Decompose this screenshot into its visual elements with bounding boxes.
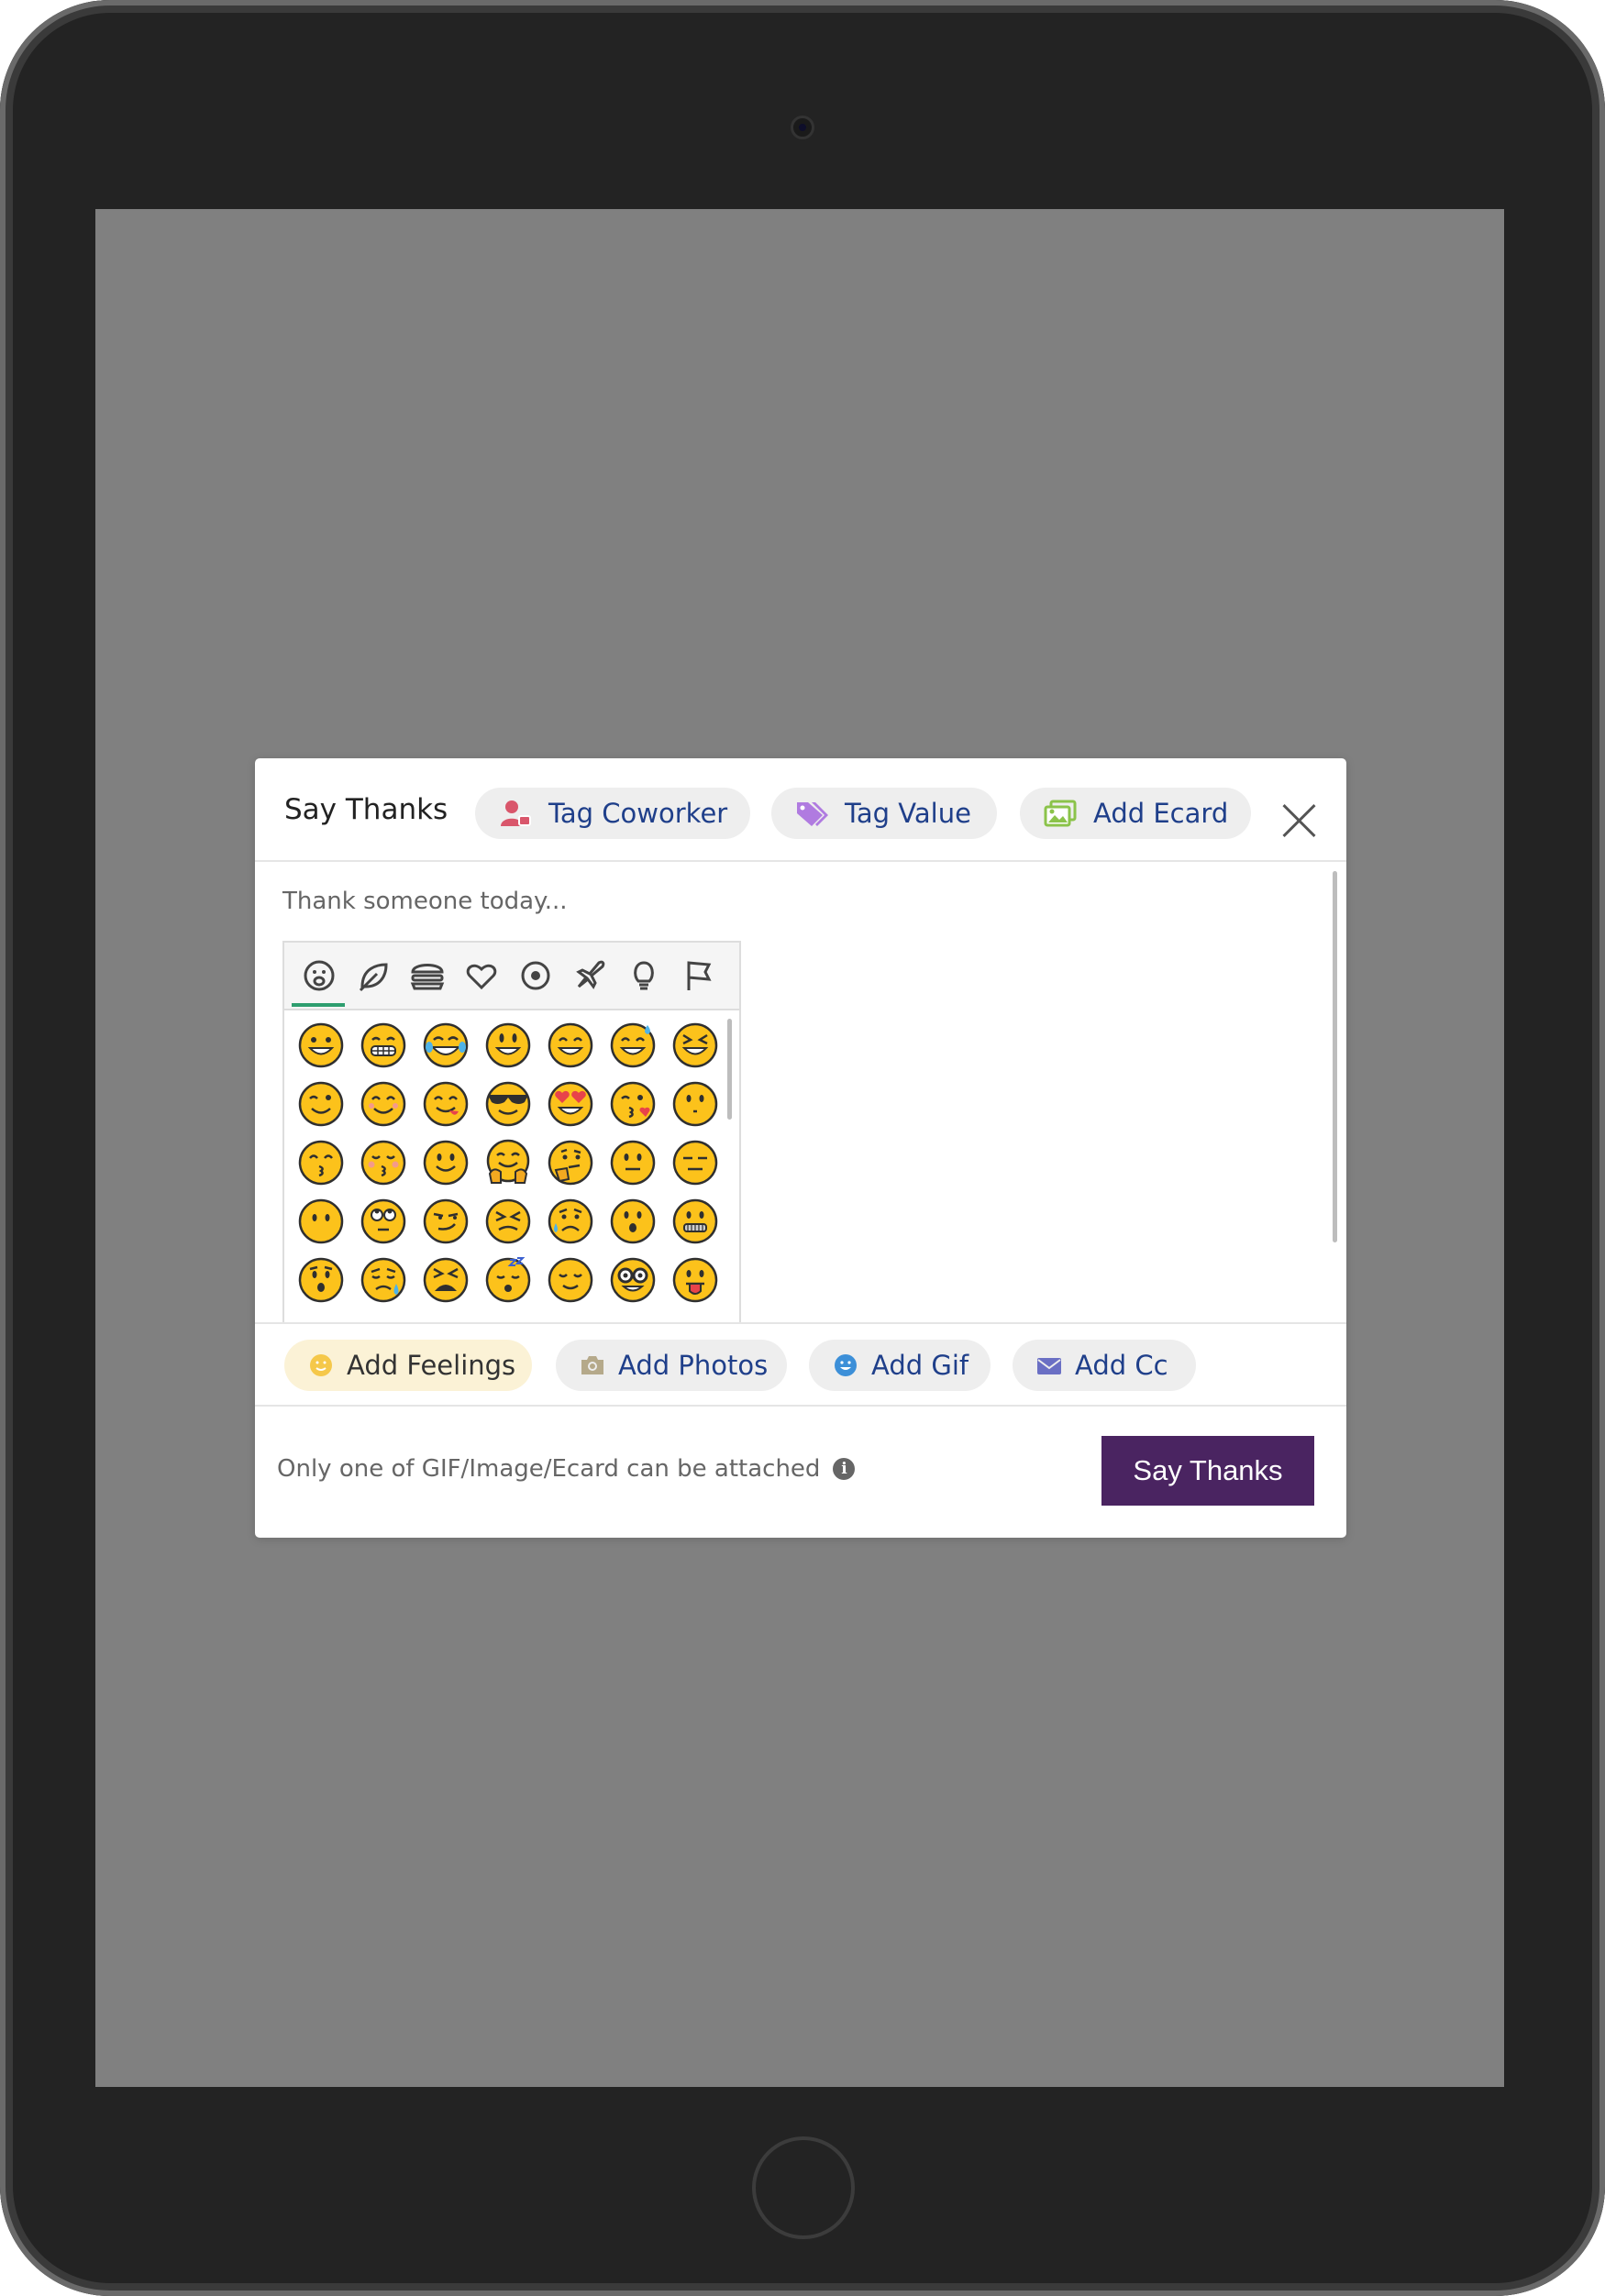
emoji-zipper-mouth-icon[interactable] bbox=[664, 1190, 726, 1253]
emoji-smile-icon[interactable] bbox=[539, 1014, 602, 1076]
attachment-note: Only one of GIF/Image/Ecard can be attac… bbox=[277, 1455, 856, 1483]
gif-smiley-icon bbox=[833, 1352, 858, 1378]
category-nature-icon[interactable] bbox=[353, 955, 393, 996]
emoji-grinning-icon[interactable] bbox=[290, 1014, 352, 1076]
emoji-hushed-icon[interactable] bbox=[290, 1249, 352, 1311]
home-button[interactable] bbox=[752, 2136, 855, 2239]
add-photos-label: Add Photos bbox=[618, 1350, 769, 1381]
attachment-toolbar: Add Feelings Add Photos Add Gif Add Cc bbox=[255, 1322, 1346, 1407]
category-travel-icon[interactable] bbox=[570, 955, 610, 996]
emoji-kissing-closed-eyes-icon[interactable] bbox=[352, 1131, 415, 1194]
emoji-slight-smile-icon[interactable] bbox=[664, 1073, 726, 1135]
emoji-sunglasses-icon[interactable] bbox=[477, 1073, 539, 1135]
message-placeholder: Thank someone today... bbox=[282, 888, 568, 915]
emoji-neutral-icon[interactable] bbox=[602, 1131, 664, 1194]
envelope-icon bbox=[1036, 1352, 1062, 1378]
add-feelings-label: Add Feelings bbox=[347, 1350, 516, 1381]
emoji-joy-icon[interactable] bbox=[415, 1014, 477, 1076]
add-ecard-label: Add Ecard bbox=[1093, 798, 1229, 829]
camera-icon bbox=[791, 116, 814, 139]
emoji-simple-smile-icon[interactable] bbox=[415, 1131, 477, 1194]
add-ecard-button[interactable]: Add Ecard bbox=[1020, 788, 1251, 839]
add-feelings-button[interactable]: Add Feelings bbox=[284, 1340, 532, 1391]
active-category-indicator bbox=[292, 1003, 345, 1007]
modal-footer: Only one of GIF/Image/Ecard can be attac… bbox=[255, 1407, 1346, 1538]
tag-value-label: Tag Value bbox=[845, 798, 971, 829]
say-thanks-submit-button[interactable]: Say Thanks bbox=[1101, 1436, 1314, 1506]
emoji-kissing-smiling-eyes-icon[interactable] bbox=[290, 1131, 352, 1194]
emoji-smirk-icon[interactable] bbox=[415, 1190, 477, 1253]
add-gif-button[interactable]: Add Gif bbox=[809, 1340, 991, 1391]
emoji-open-mouth-icon[interactable] bbox=[602, 1190, 664, 1253]
emoji-sleepy-icon[interactable] bbox=[352, 1249, 415, 1311]
emoji-no-mouth-icon[interactable] bbox=[290, 1190, 352, 1253]
emoji-thinking-icon[interactable] bbox=[539, 1131, 602, 1194]
tag-coworker-label: Tag Coworker bbox=[548, 798, 728, 829]
tag-coworker-button[interactable]: Tag Coworker bbox=[475, 788, 750, 839]
tag-value-button[interactable]: Tag Value bbox=[771, 788, 997, 839]
emoji-eye-roll-icon[interactable] bbox=[352, 1190, 415, 1253]
category-smileys-icon[interactable] bbox=[299, 955, 339, 996]
camera-icon bbox=[580, 1352, 605, 1378]
emoji-sleeping-icon[interactable] bbox=[477, 1249, 539, 1311]
emoji-kiss-heart-icon[interactable] bbox=[602, 1073, 664, 1135]
emoji-beaming-icon[interactable] bbox=[352, 1014, 415, 1076]
emoji-category-bar bbox=[284, 943, 739, 1010]
emoji-hugging-icon[interactable] bbox=[477, 1131, 539, 1194]
category-food-icon[interactable] bbox=[407, 955, 448, 996]
add-gif-label: Add Gif bbox=[871, 1350, 969, 1381]
emoji-persevere-icon[interactable] bbox=[477, 1190, 539, 1253]
tags-icon bbox=[795, 799, 828, 828]
category-heart-icon[interactable] bbox=[461, 955, 502, 996]
emoji-tongue-icon[interactable] bbox=[664, 1249, 726, 1311]
modal-title: Say Thanks bbox=[284, 793, 448, 826]
add-photos-button[interactable]: Add Photos bbox=[556, 1340, 787, 1391]
emoji-wink-icon[interactable] bbox=[290, 1073, 352, 1135]
message-scrollbar[interactable] bbox=[1333, 871, 1337, 1242]
category-objects-icon[interactable] bbox=[624, 955, 664, 996]
smiley-icon bbox=[308, 1352, 334, 1378]
emoji-picker bbox=[282, 941, 741, 1335]
category-activity-icon[interactable] bbox=[515, 955, 556, 996]
user-tag-icon bbox=[499, 799, 532, 828]
emoji-tired-icon[interactable] bbox=[415, 1249, 477, 1311]
emoji-relieved-icon[interactable] bbox=[539, 1249, 602, 1311]
emoji-heart-eyes-icon[interactable] bbox=[539, 1073, 602, 1135]
add-cc-label: Add Cc bbox=[1075, 1350, 1168, 1381]
images-icon bbox=[1044, 799, 1077, 828]
emoji-expressionless-icon[interactable] bbox=[664, 1131, 726, 1194]
close-icon[interactable] bbox=[1281, 802, 1318, 839]
category-flags-icon[interactable] bbox=[678, 955, 718, 996]
emoji-sad-relieved-icon[interactable] bbox=[539, 1190, 602, 1253]
info-icon[interactable]: i bbox=[833, 1458, 856, 1480]
modal-header: Say Thanks Tag Coworker Tag Value Add Ec… bbox=[255, 758, 1346, 862]
emoji-laughing-icon[interactable] bbox=[664, 1014, 726, 1076]
emoji-smiley-icon[interactable] bbox=[477, 1014, 539, 1076]
attachment-note-text: Only one of GIF/Image/Ecard can be attac… bbox=[277, 1455, 821, 1483]
emoji-grid-scrollbar[interactable] bbox=[727, 1019, 732, 1120]
emoji-sweat-smile-icon[interactable] bbox=[602, 1014, 664, 1076]
emoji-yum-icon[interactable] bbox=[415, 1073, 477, 1135]
add-cc-button[interactable]: Add Cc bbox=[1013, 1340, 1196, 1391]
say-thanks-modal: Say Thanks Tag Coworker Tag Value Add Ec… bbox=[255, 758, 1346, 1538]
emoji-nerd-icon[interactable] bbox=[602, 1249, 664, 1311]
emoji-blush-icon[interactable] bbox=[352, 1073, 415, 1135]
